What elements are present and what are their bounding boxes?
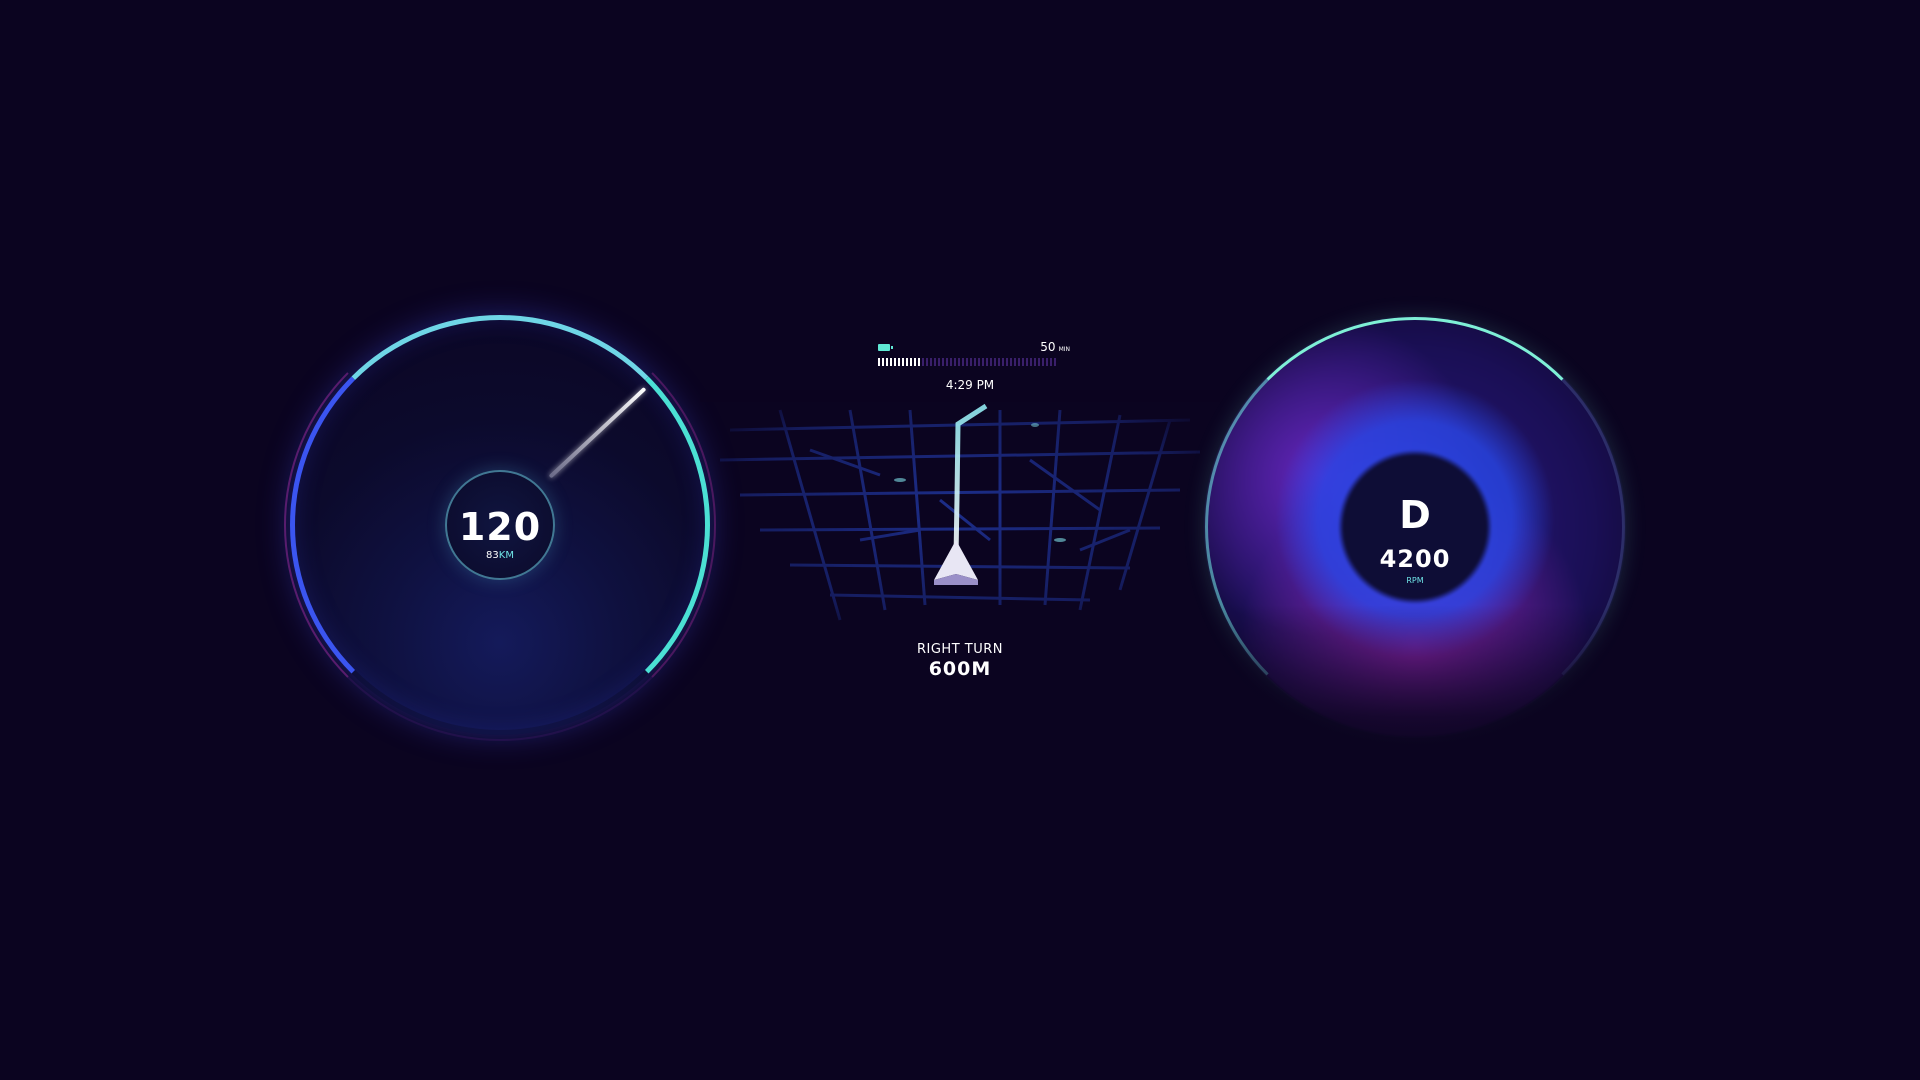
trip-progress-segment [890, 358, 892, 366]
trip-progress-segment [942, 358, 944, 366]
trip-progress-segment [894, 358, 896, 366]
trip-progress-segment [1030, 358, 1032, 366]
trip-progress-segment [938, 358, 940, 366]
speed-value: 120 [458, 505, 542, 549]
route-line [953, 403, 988, 559]
trip-progress-segment [906, 358, 908, 366]
trip-progress-segment [994, 358, 996, 366]
navigation-map [700, 390, 1220, 621]
turn-distance: 600M [928, 658, 992, 680]
trip-progress-segment [1050, 358, 1052, 366]
trip-progress-segment [998, 358, 1000, 366]
map-marker [894, 478, 906, 482]
trip-progress-segment [934, 358, 936, 366]
trip-progress-segment [946, 358, 948, 366]
trip-progress-segment [1026, 358, 1028, 366]
navigation-panel: 50 MIN 4:29 PM RIGHT TURN 600M [700, 330, 1220, 700]
time-remaining-value: 50 [1040, 340, 1056, 354]
trip-progress-segment [986, 358, 988, 366]
trip-progress-segment [1010, 358, 1012, 366]
trip-progress-segment [914, 358, 916, 366]
trip-progress-segment [922, 358, 924, 366]
map-marker [1054, 538, 1066, 542]
rpm-unit: RPM [1406, 576, 1424, 585]
time-remaining: 50 MIN [1010, 340, 1070, 354]
trip-progress-segment [878, 358, 880, 366]
trip-progress-segment [990, 358, 992, 366]
trip-progress-segment [886, 358, 888, 366]
trip-progress-segment [1022, 358, 1024, 366]
gear-indicator: D [1399, 493, 1431, 537]
trip-progress-segment [1006, 358, 1008, 366]
trip-progress-segment [974, 358, 976, 366]
map-marker [1031, 423, 1039, 427]
trip-progress-segment [982, 358, 984, 366]
trip-progress-segment [926, 358, 928, 366]
trip-progress-segment [898, 358, 900, 366]
trip-progress-segment [958, 358, 960, 366]
trip-progress-segment [1014, 358, 1016, 366]
trip-progress-segment [1054, 358, 1056, 366]
trip-progress-segment [970, 358, 972, 366]
trip-progress-segment [930, 358, 932, 366]
trip-progress-segment [1046, 358, 1048, 366]
tachometer-gauge: D 4200 RPM [1185, 305, 1645, 765]
tachometer-fade [1185, 605, 1645, 765]
trip-progress-segment [950, 358, 952, 366]
trip-progress-segment [910, 358, 912, 366]
time-remaining-unit: MIN [1058, 346, 1070, 353]
speedometer-gauge: 120 83KM [270, 295, 730, 755]
trip-progress-segment [954, 358, 956, 366]
battery-icon [878, 344, 893, 351]
trip-progress-segment [962, 358, 964, 366]
trip-progress-segment [1018, 358, 1020, 366]
trip-progress-segment [1002, 358, 1004, 366]
turn-instruction: RIGHT TURN [916, 642, 1003, 657]
trip-progress-segment [966, 358, 968, 366]
trip-progress-segment [1042, 358, 1044, 366]
range-unit: KM [498, 550, 514, 561]
trip-progress-segment [978, 358, 980, 366]
rpm-value: 4200 [1379, 545, 1451, 573]
range-value: 83 [486, 550, 499, 561]
trip-progress-segment [882, 358, 884, 366]
trip-progress-segment [902, 358, 904, 366]
range-readout: 83KM [430, 550, 570, 561]
trip-progress-segment [1034, 358, 1036, 366]
trip-progress-bar [878, 358, 1056, 366]
trip-progress-segment [918, 358, 920, 366]
trip-progress-segment [1038, 358, 1040, 366]
